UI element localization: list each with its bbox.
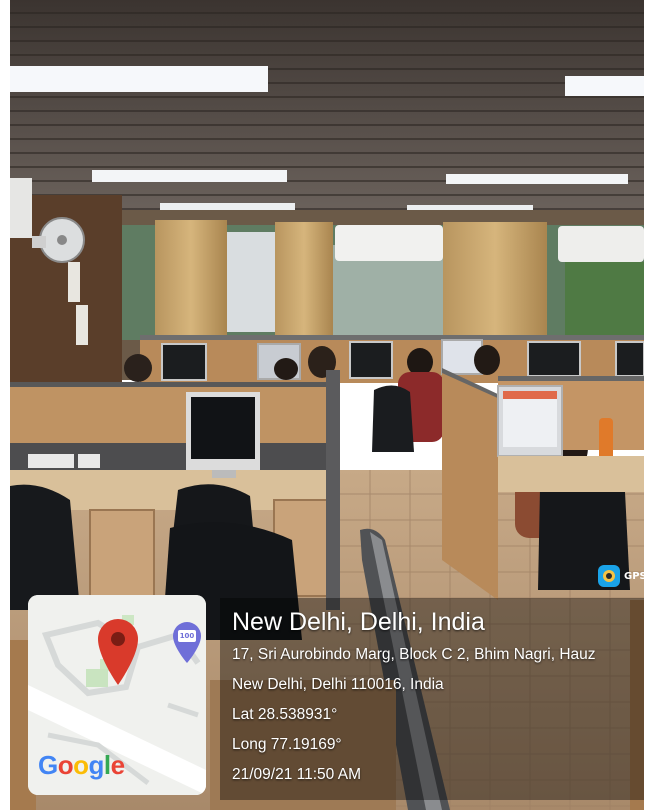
map-pin-icon (98, 619, 138, 685)
address-line-1: 17, Sri Aurobindo Marg, Block C 2, Bhim … (232, 646, 596, 663)
google-logo-letter: o (57, 750, 74, 780)
location-info: New Delhi, Delhi, India 17, Sri Aurobind… (222, 598, 648, 798)
map-badge-label: 100 (179, 632, 195, 640)
google-logo: Google (38, 750, 125, 781)
address-line-2: New Delhi, Delhi 110016, India (232, 676, 444, 693)
latitude-text: Lat 28.538931° (232, 706, 338, 723)
timestamp-text: 21/09/21 11:50 AM (232, 766, 361, 783)
google-logo-letter: o (73, 750, 89, 780)
google-logo-letter: G (38, 750, 58, 780)
longitude-text: Long 77.19169° (232, 736, 342, 753)
map-thumbnail[interactable]: 100 Google (28, 595, 206, 795)
location-title: New Delhi, Delhi, India (232, 608, 485, 636)
gps-camera-icon (598, 565, 620, 587)
google-logo-letter: l (103, 750, 111, 780)
gps-tag: GPS (598, 564, 647, 588)
map-badge-icon: 100 (172, 621, 202, 665)
google-logo-letter: e (110, 750, 125, 780)
gps-label: GPS (624, 570, 647, 582)
google-logo-letter: g (88, 750, 105, 780)
